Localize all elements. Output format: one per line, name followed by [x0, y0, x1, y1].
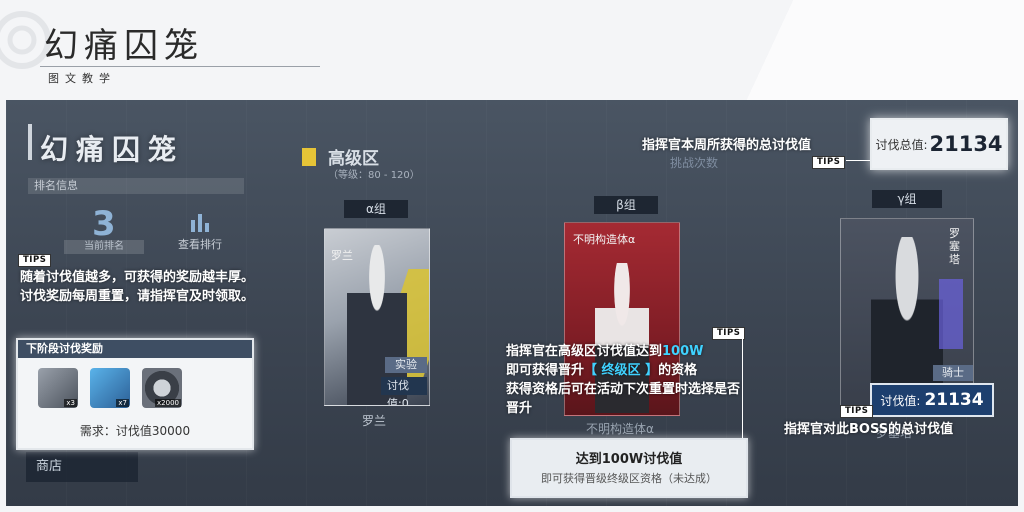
promote-line-1: 指挥官在高级区讨伐值达到100W — [506, 344, 704, 359]
card-score: 讨伐值:0 — [381, 377, 427, 405]
tips-badge: TIPS — [840, 405, 874, 418]
boss-tip-text: 指挥官对此BOSS的总讨伐值 — [784, 422, 954, 437]
reward-requirement: 需求：讨伐值30000 — [79, 424, 191, 438]
total-score-value: 21134 — [929, 132, 1003, 156]
blue-material-icon[interactable]: x7 — [90, 368, 130, 408]
char-name: 不明构造体α — [573, 233, 636, 246]
pointer-line — [742, 339, 743, 439]
tips-badge: TIPS — [712, 327, 746, 340]
boss-score-label: 讨伐值: — [880, 393, 921, 408]
title-accent-bar — [28, 124, 32, 160]
weapon-chip-icon[interactable]: x3 — [38, 368, 78, 408]
promote-line-2: 即可获得晋升【 终级区 】的资格 — [506, 363, 698, 378]
total-score-label: 讨伐总值: — [875, 137, 928, 152]
char-name-vertical: 罗塞塔 — [949, 227, 960, 266]
title-divider — [40, 66, 320, 67]
group-gamma-label: γ组 — [872, 190, 942, 208]
goal-status: 即可获得晋级终级区资格（未达成） — [541, 472, 717, 485]
group-alpha-label: α组 — [344, 200, 408, 218]
page-subtitle: 图文教学 — [48, 72, 116, 85]
rank-number: 3 — [92, 204, 116, 244]
goal-title: 达到100W讨伐值 — [575, 452, 683, 467]
promote-tip-text: 指挥官在高级区讨伐值达到100W 即可获得晋升【 终级区 】的资格 获得资格后可… — [506, 342, 742, 418]
game-title: 幻痛囚笼 — [40, 133, 185, 166]
char-name-vertical: 罗兰 — [331, 249, 353, 262]
boss-card-alpha[interactable]: 罗兰 实验 讨伐值:0 — [324, 228, 430, 406]
promote-line-3: 获得资格后可在活动下次重置时选择是否晋升 — [506, 382, 741, 416]
reward-panel-title: 下阶段讨伐奖励 — [18, 340, 252, 358]
card-tag: 实验 — [385, 357, 427, 373]
challenge-count-label: 挑战次数 — [670, 156, 719, 170]
card-tag: 骑士 — [933, 365, 973, 381]
reward-tip-text: 随着讨伐值越多，可获得的奖励越丰厚。讨伐奖励每周重置，请指挥官及时领取。 — [20, 270, 255, 304]
ring-material-icon[interactable]: x2000 — [142, 368, 182, 408]
pointer-line — [846, 160, 870, 161]
rank-label: 当前排名 — [64, 240, 144, 254]
item-count: x7 — [116, 399, 129, 407]
view-ranking-label: 查看排行 — [178, 238, 222, 251]
tips-badge: TIPS — [812, 156, 846, 169]
promotion-goal-box: 达到100W讨伐值 即可获得晋级终级区资格（未达成） — [510, 438, 748, 498]
total-tip-text: 指挥官本周所获得的总讨伐值 — [642, 138, 812, 153]
tips-badge: TIPS — [18, 254, 52, 267]
total-score-box: 讨伐总值: 21134 — [870, 118, 1008, 170]
next-reward-panel: 下阶段讨伐奖励 x3 x7 x2000 需求：讨伐值30000 — [16, 338, 254, 450]
boss-score-box: 讨伐值: 21134 — [870, 383, 994, 417]
score-value: 0 — [401, 397, 409, 406]
card-glow — [939, 279, 963, 349]
zone-level: （等级：80 - 120） — [328, 170, 420, 181]
page-title: 幻痛囚笼 — [44, 26, 204, 66]
item-count: x3 — [64, 399, 77, 407]
bar-chart-icon — [191, 214, 209, 232]
zone-flag-icon — [302, 148, 316, 166]
shop-button[interactable]: 商店 — [26, 452, 138, 482]
boss-score-value: 21134 — [924, 390, 984, 410]
header-background-slant — [644, 0, 1024, 100]
item-count: x2000 — [155, 399, 181, 407]
card-name-alpha: 罗兰 — [362, 414, 387, 428]
view-ranking-button[interactable]: 查看排行 — [172, 212, 228, 252]
group-beta-label: β组 — [594, 196, 658, 214]
rank-info-header: 排名信息 — [28, 178, 244, 194]
card-name-beta: 不明构造体α — [586, 422, 654, 436]
